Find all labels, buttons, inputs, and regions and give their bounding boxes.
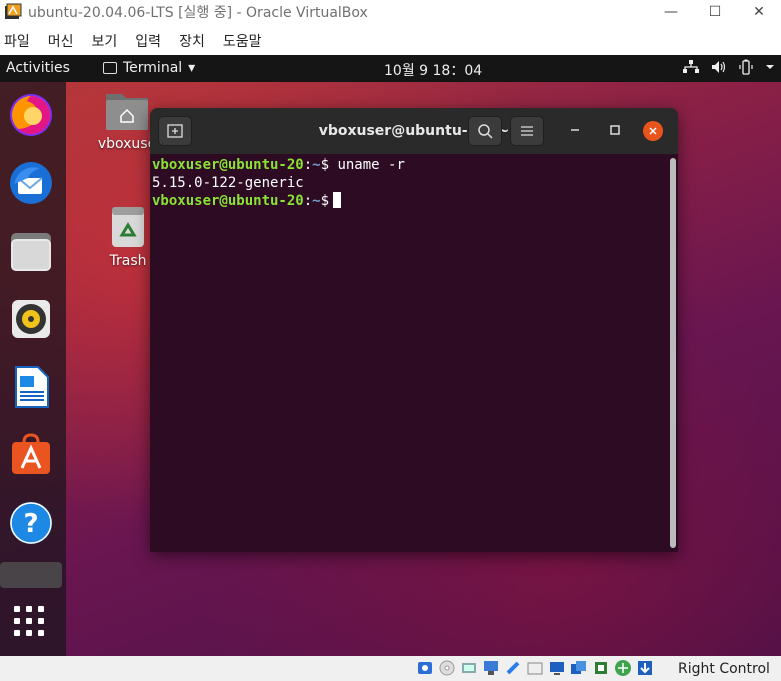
volume-icon <box>712 61 726 73</box>
menu-view[interactable]: 보기 <box>92 31 118 51</box>
dock-rhythmbox[interactable] <box>8 296 54 342</box>
chevron-down-icon: ▾ <box>188 60 196 76</box>
svg-text:?: ? <box>23 509 38 539</box>
files-icon <box>11 233 51 271</box>
vbox-titlebar: ubuntu-20.04.06-LTS [실행 중] - Oracle Virt… <box>0 0 781 24</box>
show-applications-icon[interactable] <box>14 606 48 640</box>
search-icon <box>478 124 493 139</box>
menu-machine[interactable]: 머신 <box>48 31 74 51</box>
dock-help[interactable]: ? <box>8 500 54 546</box>
clock[interactable]: 10월 9 18：04 <box>384 60 482 80</box>
vbox-statusbar: Right Control <box>0 656 781 681</box>
close-icon: ✕ <box>753 4 765 20</box>
terminal-content[interactable]: vboxuser@ubuntu-20:~$ uname -r 5.15.0-12… <box>152 156 666 552</box>
home-folder-icon <box>106 94 148 130</box>
activities-button[interactable]: Activities <box>6 60 70 76</box>
cpu-icon[interactable] <box>592 659 610 677</box>
vbox-menubar: 파일 머신 보기 입력 장치 도움말 <box>0 27 781 55</box>
terminal-small-icon <box>103 62 117 74</box>
dock-files[interactable] <box>8 228 54 274</box>
window-title: ubuntu-20.04.06-LTS [실행 중] - Oracle Virt… <box>28 5 368 21</box>
close-button[interactable]: ✕ <box>737 0 781 24</box>
hamburger-menu-icon <box>521 126 533 136</box>
system-tray[interactable] <box>683 59 781 75</box>
minimize-icon: — <box>664 4 678 20</box>
software-center-icon <box>12 433 50 474</box>
guest-screen[interactable]: Activities Terminal ▾ 10월 9 18：04 ? vbox… <box>0 55 781 656</box>
dock-writer[interactable] <box>8 364 54 410</box>
rhythmbox-icon <box>12 300 50 338</box>
usb-icon[interactable] <box>504 659 522 677</box>
virtualbox-app-icon <box>4 3 22 21</box>
terminal-scrollbar[interactable] <box>670 158 676 548</box>
menu-devices[interactable]: 장치 <box>179 31 205 51</box>
system-menu-icon <box>766 65 774 69</box>
maximize-icon: ☐ <box>708 4 722 20</box>
search-button[interactable] <box>468 116 502 146</box>
terminal-title: vboxuser@ubuntu-20: ~ <box>318 123 510 139</box>
gnome-top-bar: Activities Terminal ▾ 10월 9 18：04 <box>0 55 781 82</box>
dock: ? <box>0 82 66 656</box>
dock-software[interactable] <box>8 432 54 478</box>
dock-terminal-running[interactable] <box>0 562 62 588</box>
shared-folders-icon[interactable] <box>526 659 544 677</box>
hard-disk-icon[interactable] <box>416 659 434 677</box>
dock-thunderbird[interactable] <box>8 160 54 206</box>
help-icon: ? <box>10 502 52 544</box>
terminal-headerbar[interactable]: vboxuser@ubuntu-20: ~ <box>150 108 678 154</box>
dock-firefox[interactable] <box>8 92 54 138</box>
text-cursor <box>333 192 342 208</box>
menu-help[interactable]: 도움말 <box>223 31 262 51</box>
close-window-button[interactable] <box>643 121 663 141</box>
mouse-integration-icon[interactable] <box>614 659 632 677</box>
terminal-line: vboxuser@ubuntu-20:~$ <box>152 192 666 210</box>
maximize-button[interactable]: ☐ <box>693 0 737 24</box>
hamburger-menu-button[interactable] <box>510 116 544 146</box>
trash-icon <box>112 207 144 247</box>
menu-input[interactable]: 입력 <box>135 31 161 51</box>
optical-drive-icon[interactable] <box>438 659 456 677</box>
trash-label: Trash <box>109 253 147 269</box>
app-menu-terminal[interactable]: Terminal ▾ <box>103 60 195 76</box>
network-adapter-icon[interactable] <box>482 659 500 677</box>
battery-icon <box>739 59 753 75</box>
host-key-label: Right Control <box>678 661 770 677</box>
minimize-button[interactable]: — <box>649 0 693 24</box>
maximize-icon[interactable] <box>610 125 620 135</box>
terminal-window[interactable]: vboxuser@ubuntu-20: ~ vboxuser@ubuntu-20… <box>150 108 678 552</box>
audio-icon[interactable] <box>460 659 478 677</box>
thunderbird-icon <box>10 162 52 204</box>
network-icon <box>683 60 699 73</box>
firefox-icon <box>10 94 52 136</box>
close-icon <box>649 127 657 135</box>
keyboard-icon[interactable] <box>636 659 654 677</box>
desktop-trash[interactable]: Trash <box>100 205 156 269</box>
display-icon[interactable] <box>548 659 566 677</box>
libreoffice-writer-icon <box>15 366 49 408</box>
terminal-line: vboxuser@ubuntu-20:~$ uname -r <box>152 157 405 173</box>
recording-icon[interactable] <box>570 659 588 677</box>
menu-file[interactable]: 파일 <box>4 31 30 51</box>
app-menu-label: Terminal <box>123 60 183 76</box>
minimize-icon[interactable] <box>570 128 580 132</box>
terminal-line: 5.15.0-122-generic <box>152 175 304 191</box>
